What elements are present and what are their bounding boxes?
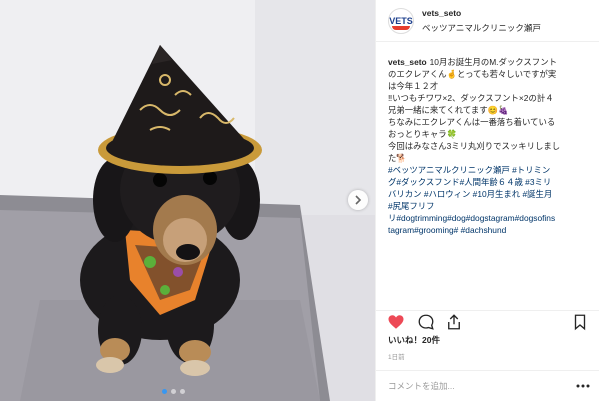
carousel-indicator: [162, 389, 185, 394]
heart-icon: [388, 315, 404, 329]
instagram-post: VETS vets_seto ベッツアニマルクリニック瀬戸 vets_seto 1…: [0, 0, 599, 401]
carousel-dot: [180, 389, 185, 394]
hashtag-line[interactable]: グ#ダックスフンド#人間年齢６４歳 #3ミリ: [388, 176, 595, 188]
comment-bar: [375, 370, 599, 401]
comment-input[interactable]: [388, 378, 538, 394]
dog-photo-illustration: [0, 0, 375, 401]
more-options-button[interactable]: [575, 378, 593, 394]
like-button[interactable]: [387, 313, 407, 333]
caption-line: は今年１２才: [388, 81, 439, 91]
hashtag-line[interactable]: #ベッツアニマルクリニック瀬戸 #トリミン: [388, 164, 595, 176]
save-button[interactable]: [571, 313, 591, 333]
chevron-right-icon: [355, 195, 362, 205]
caption-username[interactable]: vets_seto: [388, 57, 427, 67]
caption-line: ちなみにエクレアくんは一番落ち着いている: [388, 117, 556, 127]
caption-line-0: vets_seto 10月お誕生月のM.ダックスフント: [388, 57, 558, 67]
carousel-dot: [162, 389, 167, 394]
action-bar: [375, 310, 599, 334]
avatar[interactable]: VETS: [388, 7, 414, 34]
comment-icon: [418, 314, 434, 330]
avatar-logo: VETS: [389, 9, 413, 32]
next-photo-button[interactable]: [348, 190, 368, 210]
header-username[interactable]: vets_seto: [422, 7, 541, 19]
caption-line: 兄弟一緒に来てくれてます😊🍇: [388, 105, 509, 115]
caption-line: ‼いつもチワワ×2、ダックスフント×2の計４: [388, 93, 554, 103]
hashtag-line[interactable]: #尻尾フリフ: [388, 200, 595, 212]
hashtag-line[interactable]: バリカン #ハロウィン #10月生まれ #誕生月: [388, 188, 595, 200]
share-button[interactable]: [445, 313, 465, 333]
more-icon: [576, 384, 590, 388]
bookmark-icon: [574, 314, 586, 331]
caption-line: のエクレアくん🤞とっても若々しいですが実: [388, 69, 557, 79]
caption-line: た🐕: [388, 153, 407, 163]
header-text: vets_seto ベッツアニマルクリニック瀬戸: [422, 7, 541, 34]
caption: vets_seto 10月お誕生月のM.ダックスフント のエクレアくん🤞とっても若…: [388, 56, 595, 236]
share-icon: [448, 314, 460, 330]
caption-line: 今回はみなさん3ミリ丸刈りでスッキリしまし: [388, 141, 561, 151]
caption-line: おっとりキャラ🍀: [388, 129, 458, 139]
comment-button[interactable]: [417, 313, 437, 333]
header-location[interactable]: ベッツアニマルクリニック瀬戸: [422, 22, 541, 34]
carousel-dot: [171, 389, 176, 394]
hashtag-line[interactable]: tagram#grooming# #dachshund: [388, 224, 595, 236]
post-time[interactable]: 1日前: [388, 351, 405, 361]
post-header: VETS vets_seto ベッツアニマルクリニック瀬戸: [376, 0, 599, 42]
likes-count[interactable]: いいね！20件: [388, 334, 440, 346]
post-photo[interactable]: [0, 0, 375, 401]
hashtag-line[interactable]: リ#dogtrimming#dog#dogstagram#dogsofins: [388, 212, 595, 224]
